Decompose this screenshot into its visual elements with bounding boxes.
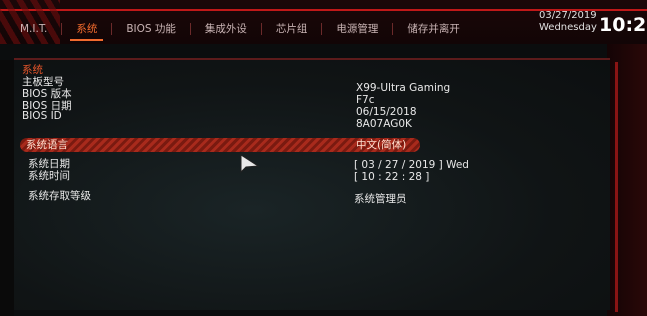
bios-version-value: F7c xyxy=(356,94,375,106)
top-navigation-bar: M.I.T. 系统 BIOS 功能 集成外设 芯片组 电源管理 储存并离开 03… xyxy=(0,0,647,44)
bios-id-label: BIOS ID xyxy=(22,110,62,122)
access-level-value[interactable]: 系统管理员 xyxy=(354,191,407,206)
mouse-cursor-icon xyxy=(240,154,260,174)
tab-power[interactable]: 电源管理 xyxy=(322,20,392,38)
system-date-value[interactable]: [ 03 / 27 / 2019 ] Wed xyxy=(354,159,469,171)
tab-mit[interactable]: M.I.T. xyxy=(6,20,61,38)
clock-date: 03/27/2019 xyxy=(539,10,597,21)
access-level-label: 系统存取等级 xyxy=(28,190,91,202)
system-language-value: 中文(简体) xyxy=(356,139,407,151)
board-model-value: X99-Ultra Gaming xyxy=(356,82,451,94)
tab-bios-features[interactable]: BIOS 功能 xyxy=(112,20,190,38)
system-panel: 系统 主板型号 X99-Ultra Gaming BIOS 版本 F7c BIO… xyxy=(14,58,610,310)
left-frame xyxy=(0,60,14,316)
tab-system[interactable]: 系统 xyxy=(62,20,111,41)
clock-day: Wednesday xyxy=(539,22,597,33)
system-language-label: 系统语言 xyxy=(26,139,68,151)
system-time-value[interactable]: [ 10 : 22 : 28 ] xyxy=(354,171,429,183)
system-language-row[interactable]: 系统语言 中文(简体) xyxy=(20,138,420,152)
system-time-label: 系统时间 xyxy=(28,170,70,182)
tab-save-exit[interactable]: 储存并离开 xyxy=(393,20,474,38)
bios-date-value: 06/15/2018 xyxy=(356,106,417,118)
right-frame xyxy=(607,44,647,316)
tab-bar: M.I.T. 系统 BIOS 功能 集成外设 芯片组 电源管理 储存并离开 xyxy=(6,20,474,41)
bios-id-value: 8A07AG0K xyxy=(356,118,412,130)
clock-time: 10:2 xyxy=(599,14,647,36)
tab-chipset[interactable]: 芯片组 xyxy=(262,20,322,38)
tab-peripherals[interactable]: 集成外设 xyxy=(191,20,261,38)
